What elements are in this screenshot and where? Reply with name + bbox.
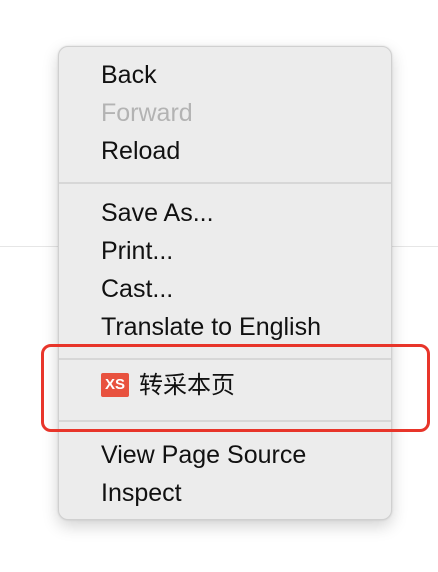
menu-item-reload[interactable]: Reload — [101, 136, 180, 166]
menu-item-xs-collect[interactable]: XS 转采本页 — [101, 370, 235, 400]
menu-item-save-as[interactable]: Save As... — [101, 198, 214, 228]
menu-item-print[interactable]: Print... — [101, 236, 173, 266]
menu-item-back[interactable]: Back — [101, 60, 157, 90]
menu-separator — [59, 420, 391, 422]
menu-item-translate[interactable]: Translate to English — [101, 312, 321, 342]
menu-item-inspect[interactable]: Inspect — [101, 478, 182, 508]
menu-item-cast[interactable]: Cast... — [101, 274, 173, 304]
context-menu: Back Forward Reload Save As... Print... … — [58, 46, 392, 520]
menu-item-xs-label: 转采本页 — [139, 371, 235, 399]
menu-separator — [59, 358, 391, 360]
menu-item-forward: Forward — [101, 99, 193, 127]
menu-separator — [59, 182, 391, 184]
xs-extension-icon: XS — [101, 373, 129, 397]
menu-item-view-page-source[interactable]: View Page Source — [101, 440, 306, 470]
